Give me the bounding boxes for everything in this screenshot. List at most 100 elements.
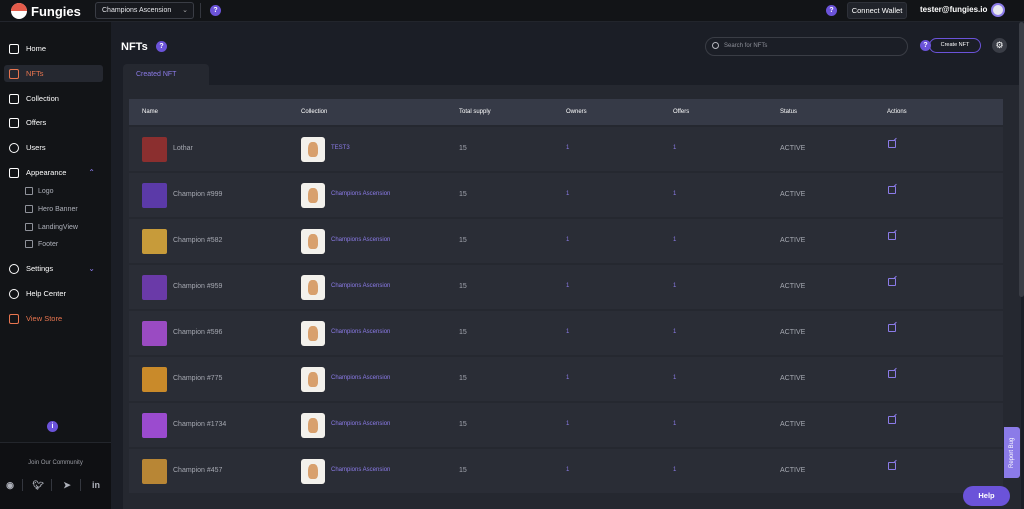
wallet-help-question-icon[interactable]: ? bbox=[826, 5, 837, 16]
sidebar-item-collection[interactable]: Collection bbox=[4, 90, 103, 107]
linkedin-icon[interactable]: in bbox=[90, 480, 102, 490]
offers-count[interactable]: 1 bbox=[673, 421, 676, 427]
twitter-icon[interactable]: 🐦︎ bbox=[32, 480, 44, 490]
collection-link[interactable]: Champions Ascension bbox=[331, 375, 390, 381]
column-header-total-supply[interactable]: Total supply bbox=[459, 109, 491, 115]
page-icon bbox=[25, 240, 33, 248]
column-header-status[interactable]: Status bbox=[780, 109, 797, 115]
collection-link[interactable]: Champions Ascension bbox=[331, 191, 390, 197]
nft-thumbnail[interactable] bbox=[142, 321, 167, 346]
owners-count[interactable]: 1 bbox=[566, 237, 569, 243]
offers-count[interactable]: 1 bbox=[673, 467, 676, 473]
nft-thumbnail[interactable] bbox=[142, 367, 167, 392]
sidebar-subitem-footer[interactable]: Footer bbox=[25, 240, 58, 248]
sidebar-item-view-store[interactable]: View Store bbox=[4, 310, 103, 327]
column-header-offers[interactable]: Offers bbox=[673, 109, 689, 115]
nft-thumbnail[interactable] bbox=[142, 137, 167, 162]
user-email[interactable]: tester@fungies.io bbox=[920, 5, 987, 14]
sidebar-subitem-logo[interactable]: Logo bbox=[25, 187, 54, 195]
offers-count[interactable]: 1 bbox=[673, 329, 676, 335]
connect-wallet-button[interactable]: Connect Wallet bbox=[847, 2, 907, 19]
column-header-actions[interactable]: Actions bbox=[887, 109, 907, 115]
info-icon[interactable]: i bbox=[47, 421, 58, 432]
telegram-icon[interactable]: ➤ bbox=[61, 480, 73, 490]
collection-link[interactable]: TEST3 bbox=[331, 145, 350, 151]
total-supply: 15 bbox=[459, 145, 467, 152]
nft-name: Champion #457 bbox=[173, 467, 223, 474]
sidebar-item-offers[interactable]: Offers bbox=[4, 114, 103, 131]
owners-count[interactable]: 1 bbox=[566, 191, 569, 197]
tab-created-nft[interactable]: Created NFT bbox=[123, 64, 209, 85]
status-badge: ACTIVE bbox=[780, 145, 806, 152]
status-badge: ACTIVE bbox=[780, 467, 806, 474]
sidebar-item-settings[interactable]: Settings ⌄ bbox=[4, 260, 103, 277]
collection-link[interactable]: Champions Ascension bbox=[331, 283, 390, 289]
gear-icon bbox=[9, 263, 19, 274]
nft-thumbnail[interactable] bbox=[142, 275, 167, 300]
offers-count[interactable]: 1 bbox=[673, 237, 676, 243]
nft-thumbnail[interactable] bbox=[142, 413, 167, 438]
help-button[interactable]: Help bbox=[963, 486, 1010, 506]
nfts-help-question-icon[interactable]: ? bbox=[156, 41, 167, 52]
external-link-icon[interactable] bbox=[888, 416, 896, 424]
table-row[interactable]: Lothar TEST3 15 1 1 ACTIVE bbox=[129, 127, 1003, 171]
collection-link[interactable]: Champions Ascension bbox=[331, 329, 390, 335]
external-link-icon[interactable] bbox=[888, 370, 896, 378]
external-link-icon[interactable] bbox=[888, 186, 896, 194]
page-title: NFTs bbox=[121, 41, 148, 53]
table-row[interactable]: Champion #457 Champions Ascension 15 1 1… bbox=[129, 449, 1003, 493]
report-bug-button[interactable]: Report Bug bbox=[1004, 427, 1020, 478]
table-row[interactable]: Champion #959 Champions Ascension 15 1 1… bbox=[129, 265, 1003, 309]
discord-icon[interactable]: ◉ bbox=[4, 480, 16, 490]
table-row[interactable]: Champion #582 Champions Ascension 15 1 1… bbox=[129, 219, 1003, 263]
offers-count[interactable]: 1 bbox=[673, 191, 676, 197]
sidebar-item-users[interactable]: Users bbox=[4, 139, 103, 156]
table-row[interactable]: Champion #775 Champions Ascension 15 1 1… bbox=[129, 357, 1003, 401]
owners-count[interactable]: 1 bbox=[566, 467, 569, 473]
store-icon bbox=[9, 313, 19, 324]
owners-count[interactable]: 1 bbox=[566, 329, 569, 335]
collection-icon bbox=[9, 93, 19, 104]
table-row[interactable]: Champion #596 Champions Ascension 15 1 1… bbox=[129, 311, 1003, 355]
create-nft-button[interactable]: Create NFT bbox=[929, 38, 981, 53]
sidebar-item-appearance[interactable]: Appearance ⌃ bbox=[4, 164, 103, 181]
column-header-owners[interactable]: Owners bbox=[566, 109, 587, 115]
help-question-icon[interactable]: ? bbox=[210, 5, 221, 16]
external-link-icon[interactable] bbox=[888, 278, 896, 286]
settings-gear-icon[interactable]: ⚙ bbox=[992, 38, 1007, 53]
offers-count[interactable]: 1 bbox=[673, 375, 676, 381]
column-header-name[interactable]: Name bbox=[142, 109, 158, 115]
sidebar-item-home[interactable]: Home bbox=[4, 40, 103, 57]
external-link-icon[interactable] bbox=[888, 140, 896, 148]
owners-count[interactable]: 1 bbox=[566, 421, 569, 427]
fungies-logo[interactable]: Fungies bbox=[11, 3, 81, 19]
column-header-collection[interactable]: Collection bbox=[301, 109, 327, 115]
offers-count[interactable]: 1 bbox=[673, 283, 676, 289]
owners-count[interactable]: 1 bbox=[566, 375, 569, 381]
sidebar-item-nfts[interactable]: NFTs bbox=[4, 65, 103, 82]
collection-link[interactable]: Champions Ascension bbox=[331, 421, 390, 427]
store-selector[interactable]: Champions Ascension ⌄ bbox=[95, 2, 194, 19]
nft-thumbnail[interactable] bbox=[142, 459, 167, 484]
external-link-icon[interactable] bbox=[888, 232, 896, 240]
table-row[interactable]: Champion #1734 Champions Ascension 15 1 … bbox=[129, 403, 1003, 447]
avatar[interactable] bbox=[991, 3, 1005, 17]
nft-thumbnail[interactable] bbox=[142, 229, 167, 254]
sidebar-item-help-center[interactable]: Help Center bbox=[4, 285, 103, 302]
scrollbar[interactable] bbox=[1019, 22, 1024, 297]
sidebar-subitem-label: Footer bbox=[38, 240, 59, 248]
sidebar-subitem-landingview[interactable]: LandingView bbox=[25, 223, 78, 231]
external-link-icon[interactable] bbox=[888, 324, 896, 332]
external-link-icon[interactable] bbox=[888, 462, 896, 470]
total-supply: 15 bbox=[459, 329, 467, 336]
owners-count[interactable]: 1 bbox=[566, 283, 569, 289]
collection-thumbnail bbox=[301, 459, 325, 484]
offers-count[interactable]: 1 bbox=[673, 145, 676, 151]
nft-thumbnail[interactable] bbox=[142, 183, 167, 208]
collection-link[interactable]: Champions Ascension bbox=[331, 467, 390, 473]
search-input[interactable]: Search for NFTs bbox=[705, 37, 908, 56]
sidebar-subitem-hero-banner[interactable]: Hero Banner bbox=[25, 205, 78, 213]
owners-count[interactable]: 1 bbox=[566, 145, 569, 151]
table-row[interactable]: Champion #999 Champions Ascension 15 1 1… bbox=[129, 173, 1003, 217]
collection-link[interactable]: Champions Ascension bbox=[331, 237, 390, 243]
